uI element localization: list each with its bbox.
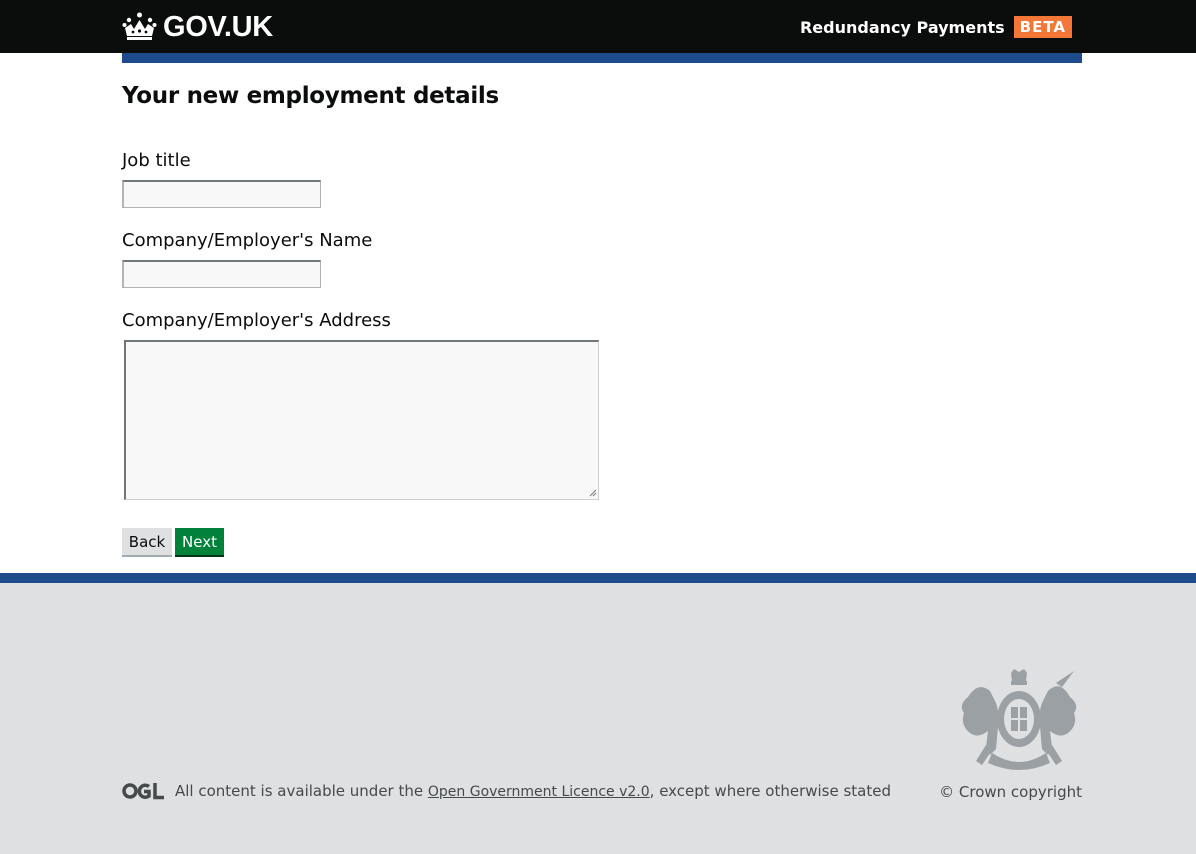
service-header: Redundancy Payments BETA [800, 16, 1072, 38]
service-name-link[interactable]: Redundancy Payments [800, 18, 1005, 37]
back-button[interactable]: Back [122, 528, 172, 557]
page-title: Your new employment details [122, 83, 499, 109]
resize-grip-icon[interactable] [588, 488, 597, 497]
employer-name-input[interactable] [122, 260, 321, 288]
licence-link[interactable]: Open Government Licence v2.0 [428, 784, 650, 800]
crown-icon [122, 12, 157, 44]
licence-suffix: , except where otherwise stated [649, 782, 891, 800]
licence-text: All content is available under the Open … [175, 782, 891, 800]
site-header: GOV.UK Redundancy Payments BETA [0, 0, 1196, 53]
phase-tag: BETA [1013, 16, 1072, 38]
govuk-logo-link[interactable]: GOV.UK [122, 11, 273, 44]
licence-prefix: All content is available under the [175, 782, 428, 800]
crown-copyright[interactable]: © Crown copyright [939, 783, 1082, 801]
site-footer: All content is available under the Open … [0, 573, 1196, 854]
job-title-label: Job title [122, 150, 191, 171]
next-button[interactable]: Next [175, 528, 224, 557]
employer-address-textarea[interactable] [124, 340, 599, 500]
royal-coat-of-arms-icon [961, 669, 1077, 770]
header-accent-bar [122, 53, 1082, 63]
job-title-input[interactable] [122, 180, 321, 208]
ogl-logo-icon [122, 783, 164, 800]
employer-name-label: Company/Employer's Name [122, 230, 373, 251]
logo-text: GOV.UK [163, 11, 273, 43]
employer-address-label: Company/Employer's Address [122, 310, 391, 331]
